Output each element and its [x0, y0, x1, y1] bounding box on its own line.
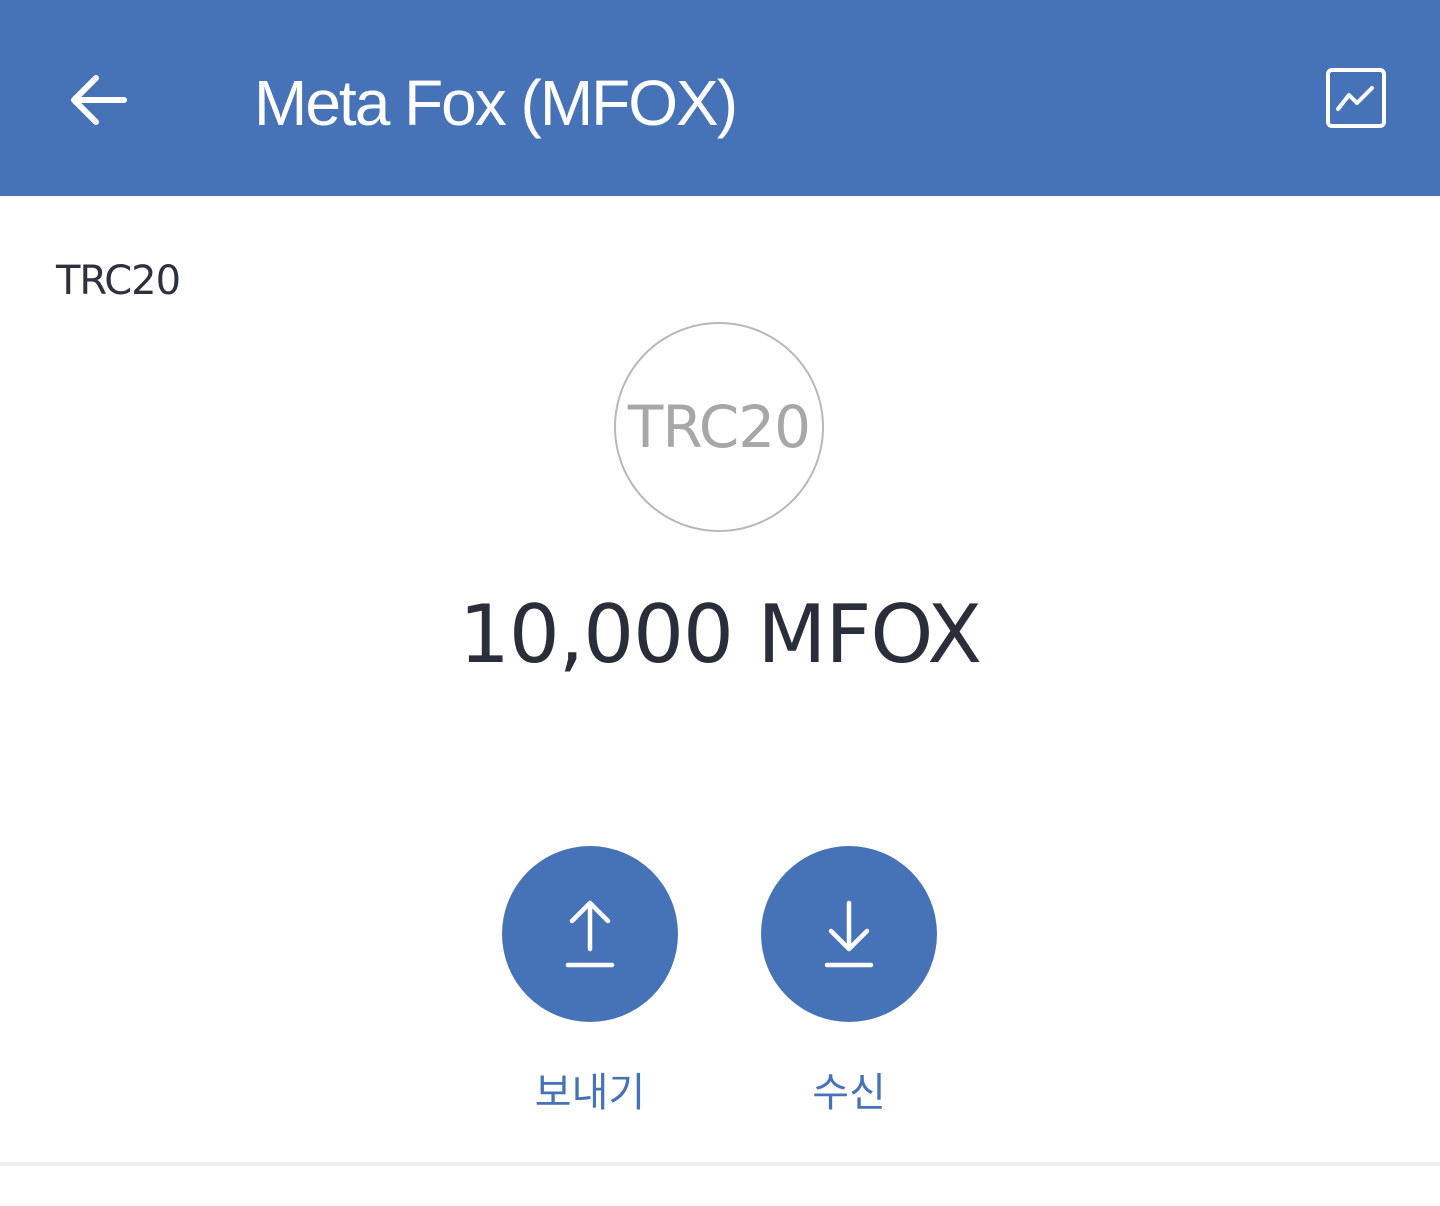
receive-action: 수신 [761, 846, 937, 1118]
download-icon [824, 900, 874, 968]
upload-icon [565, 900, 615, 968]
token-logo-text: TRC20 [627, 393, 811, 461]
divider [0, 1162, 1440, 1166]
back-button[interactable] [56, 58, 140, 142]
arrow-left-icon [71, 75, 127, 125]
send-label[interactable]: 보내기 [535, 1060, 645, 1118]
send-button[interactable] [502, 846, 678, 1022]
chart-button[interactable] [1316, 58, 1396, 138]
token-logo: TRC20 [614, 322, 824, 532]
page-title: Meta Fox (MFOX) [254, 67, 738, 139]
receive-label[interactable]: 수신 [812, 1060, 886, 1118]
network-label: TRC20 [56, 258, 181, 304]
receive-button[interactable] [761, 846, 937, 1022]
send-action: 보내기 [502, 846, 678, 1118]
chart-icon [1326, 68, 1386, 128]
token-balance: 10,000 MFOX [458, 588, 982, 681]
app-bar: Meta Fox (MFOX) [0, 0, 1440, 196]
